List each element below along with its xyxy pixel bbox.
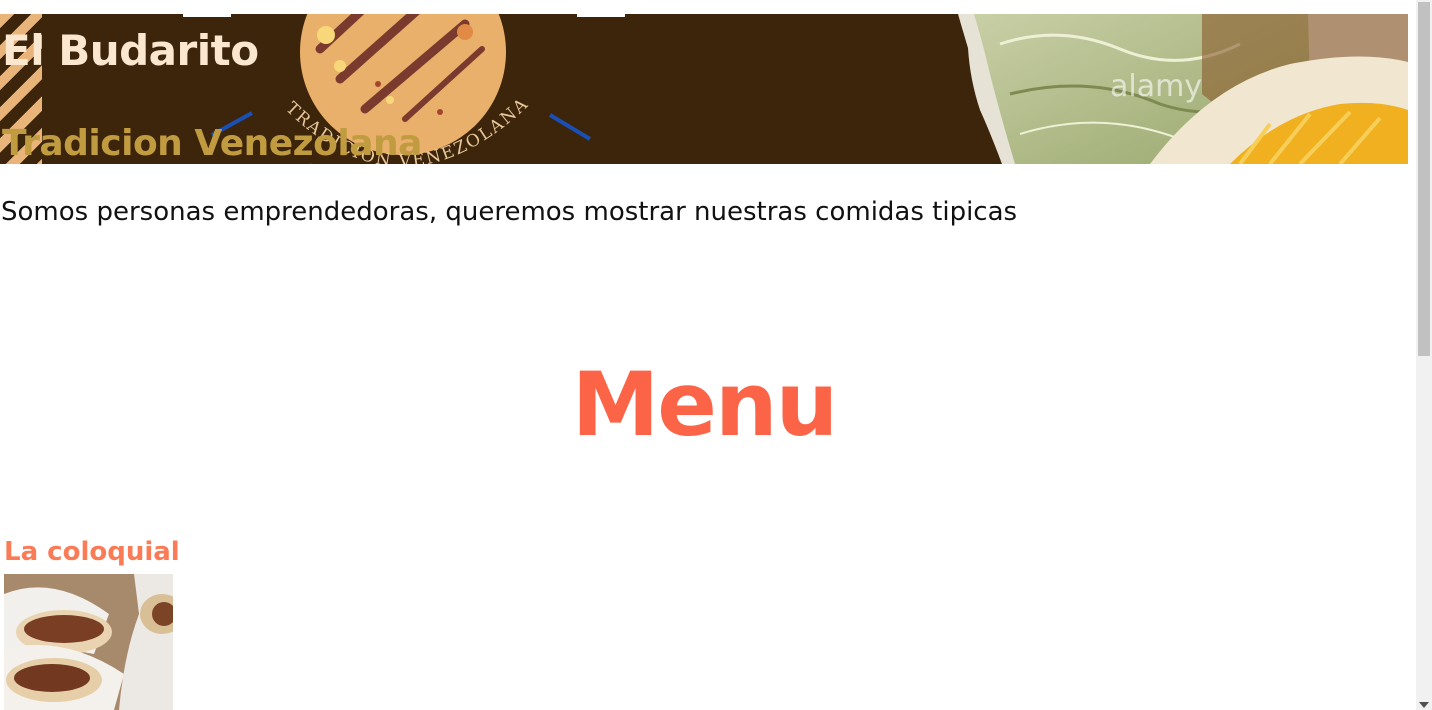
intro-paragraph: Somos personas emprendedoras, queremos m… (1, 197, 1018, 227)
site-title: El Budarito (2, 26, 259, 75)
menu-heading: Menu (571, 353, 839, 456)
page: TRADICION VENEZOLANA alamy El Budarito T… (0, 0, 1416, 710)
menu-item-photo (4, 574, 173, 710)
header-banner: TRADICION VENEZOLANA alamy El Budarito T… (0, 14, 1408, 164)
alamy-watermark: alamy (1110, 69, 1202, 104)
arepa-photo: alamy (958, 14, 1408, 164)
menu-item-title: La coloquial (4, 537, 180, 567)
scrollbar-thumb[interactable] (1418, 2, 1430, 356)
vertical-scrollbar[interactable] (1416, 0, 1432, 710)
scroll-down-arrow-icon[interactable] (1419, 702, 1429, 708)
site-subtitle: Tradicion Venezolana (2, 123, 422, 164)
